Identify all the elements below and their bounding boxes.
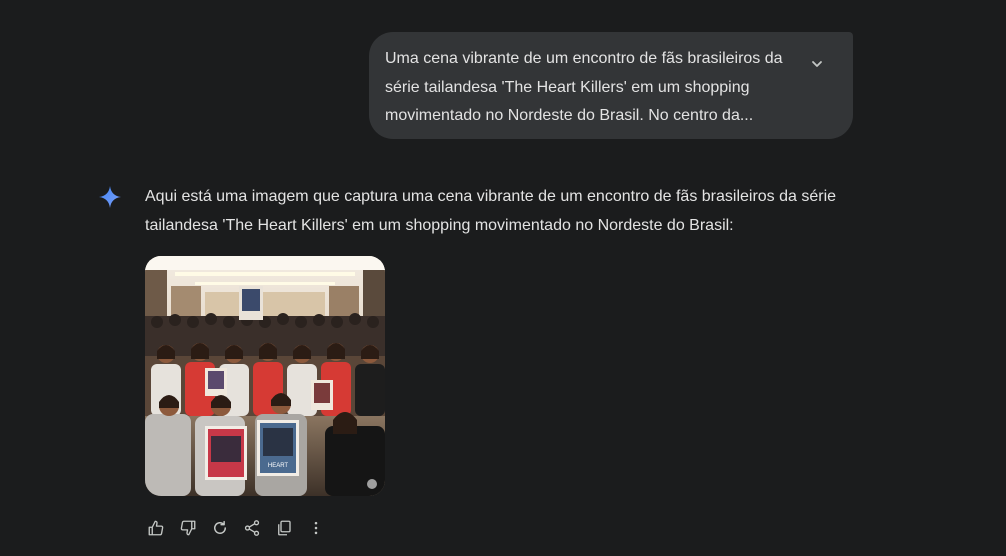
more-vert-icon	[314, 521, 318, 535]
more-options-button[interactable]	[304, 517, 328, 539]
user-prompt-bubble: Uma cena vibrante de um encontro de fãs …	[369, 32, 853, 139]
regenerate-icon	[214, 520, 226, 534]
generated-image[interactable]: HEART	[145, 256, 385, 496]
share-button[interactable]	[240, 517, 264, 539]
share-icon	[244, 520, 260, 536]
copy-icon	[278, 520, 291, 536]
expand-prompt-button[interactable]	[805, 52, 829, 76]
chevron-down-icon	[812, 61, 822, 67]
response-actions	[144, 517, 328, 539]
chat-page: Uma cena vibrante de um encontro de fãs …	[0, 0, 1006, 556]
generated-image-art: HEART	[145, 256, 385, 496]
response-text: Aqui está uma imagem que captura uma cen…	[145, 188, 837, 234]
sparkle-icon	[99, 186, 121, 208]
user-prompt-text: Uma cena vibrante de um encontro de fãs …	[385, 50, 783, 124]
thumbs-up-button[interactable]	[144, 517, 168, 539]
regenerate-button[interactable]	[208, 517, 232, 539]
copy-button[interactable]	[272, 517, 296, 539]
thumbs-down-icon	[180, 520, 196, 536]
thumbs-down-button[interactable]	[176, 517, 200, 539]
thumbs-up-icon	[148, 520, 164, 536]
svg-text:HEART: HEART	[268, 463, 289, 469]
